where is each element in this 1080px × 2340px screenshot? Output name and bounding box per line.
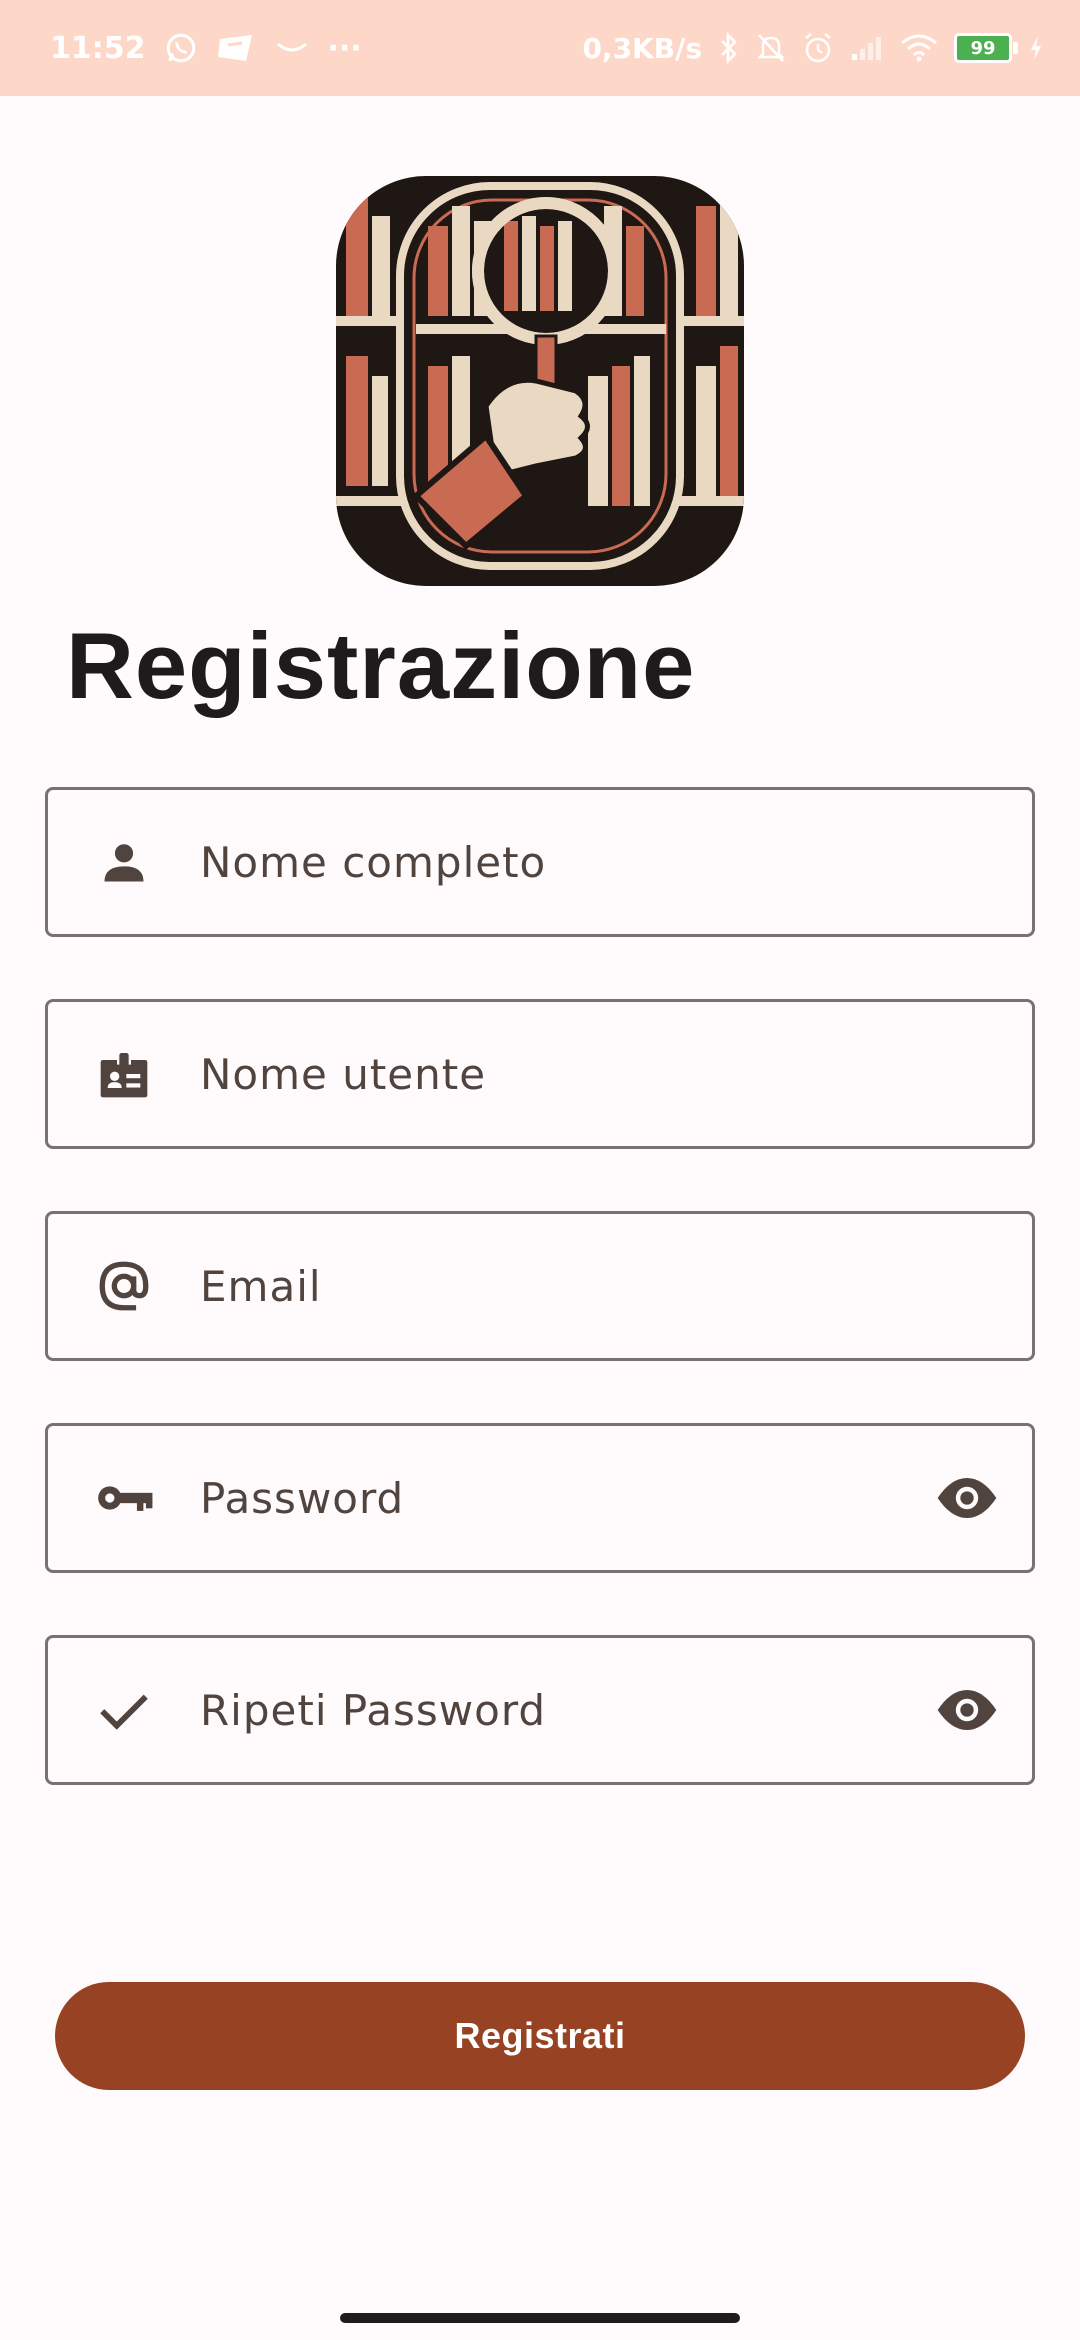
full-name-field[interactable]: Nome completo	[45, 787, 1035, 937]
password-placeholder: Password	[200, 1473, 405, 1523]
full-name-placeholder: Nome completo	[200, 837, 547, 887]
username-placeholder: Nome utente	[200, 1049, 487, 1099]
home-indicator[interactable]	[340, 2313, 740, 2323]
wifi-icon	[900, 33, 938, 63]
repeat-password-field[interactable]: Ripeti Password	[45, 1635, 1035, 1785]
status-time: 11:52	[50, 30, 146, 66]
more-notifications-icon: ···	[327, 30, 362, 66]
badge-icon	[88, 1038, 160, 1110]
app-logo	[336, 176, 744, 586]
page-title: Registrazione	[66, 613, 696, 718]
network-speed: 0,3KB/s	[582, 31, 702, 65]
signal-icon	[850, 34, 884, 62]
status-right: 0,3KB/s 99	[582, 32, 1044, 65]
status-left: 11:52 ···	[50, 31, 362, 66]
bluetooth-icon	[718, 32, 740, 64]
smile-notification-icon	[274, 38, 310, 58]
at-sign-icon	[88, 1250, 160, 1322]
mute-icon	[756, 32, 786, 64]
alarm-icon	[802, 32, 834, 64]
charging-icon	[1028, 34, 1044, 62]
repeat-password-placeholder: Ripeti Password	[200, 1685, 547, 1735]
eye-icon[interactable]	[932, 1463, 1002, 1533]
email-field[interactable]: Email	[45, 1211, 1035, 1361]
username-field[interactable]: Nome utente	[45, 999, 1035, 1149]
key-icon	[88, 1462, 160, 1534]
whatsapp-icon	[164, 31, 198, 65]
eye-icon[interactable]	[932, 1675, 1002, 1745]
check-icon	[88, 1674, 160, 1746]
password-field[interactable]: Password	[45, 1423, 1035, 1573]
person-icon	[88, 826, 160, 898]
app-notification-icon	[216, 33, 256, 63]
status-bar: 11:52 ··· 0,3KB/s 99	[0, 0, 1080, 96]
register-button[interactable]: Registrati	[55, 1982, 1025, 2090]
email-placeholder: Email	[200, 1261, 322, 1311]
battery-icon: 99	[954, 33, 1018, 63]
